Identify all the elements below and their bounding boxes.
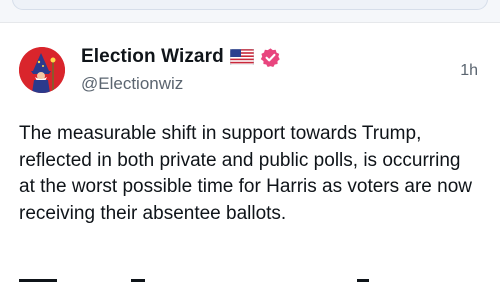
- post-body-text: The measurable shift in support towards …: [19, 123, 473, 224]
- verified-badge-icon: [260, 47, 281, 68]
- search-bar-edge[interactable]: [12, 0, 488, 10]
- us-flag-icon: [229, 48, 255, 66]
- wizard-avatar-icon[interactable]: [19, 47, 65, 93]
- display-name[interactable]: Election Wizard: [81, 46, 224, 68]
- author-handle[interactable]: @Electionwiz: [81, 74, 183, 94]
- divider: [0, 22, 500, 23]
- post-timestamp[interactable]: 1h: [460, 62, 478, 80]
- author-name-row: Election Wizard: [81, 44, 281, 70]
- next-line-fragment: [19, 279, 479, 285]
- top-strip: [0, 0, 500, 22]
